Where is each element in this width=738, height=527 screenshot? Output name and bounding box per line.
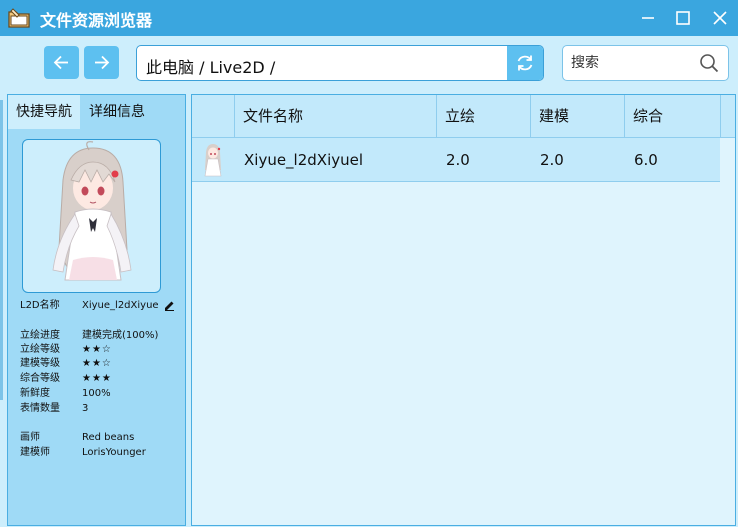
close-button[interactable]: [702, 0, 738, 36]
model-score-cell: 2.0: [540, 151, 564, 169]
table-row[interactable]: Xiyue_l2dXiyuel 2.0 2.0 6.0: [192, 138, 720, 182]
address-path: 此电脑 / Live2D /: [146, 58, 276, 77]
edit-icon[interactable]: [164, 300, 175, 311]
art-level-stars: ★★☆: [82, 344, 112, 355]
arrow-right-icon: [95, 55, 110, 70]
overall-level-stars: ★★★: [82, 373, 112, 384]
file-list: 文件名称 立绘 建模 综合 Xiyue_l2dXiyuel 2.0 2.0 6.…: [191, 94, 736, 526]
minimize-button[interactable]: [630, 0, 666, 36]
modeler-value: LorisYounger: [82, 447, 146, 458]
overall-level-label: 综合等级: [20, 373, 60, 384]
title-bar[interactable]: 文件资源浏览器: [0, 0, 738, 36]
detail-panel: 快捷导航 详细信息 L2D名称 Xiyue_l2dXiyue 立绘进度 建模完成…: [7, 94, 186, 526]
artist-label: 画师: [20, 432, 40, 443]
forward-button[interactable]: [84, 46, 119, 79]
art-level-label: 立绘等级: [20, 344, 60, 355]
artist-value: Red beans: [82, 432, 135, 443]
tab-quick-nav[interactable]: 快捷导航: [8, 95, 80, 129]
arrow-left-icon: [53, 55, 68, 70]
column-header-name[interactable]: 文件名称: [234, 95, 436, 138]
modeler-label: 建模师: [20, 447, 50, 458]
column-header-art[interactable]: 立绘: [436, 95, 530, 138]
character-portrait-image: [52, 141, 132, 281]
overall-score-cell: 6.0: [634, 151, 658, 169]
file-name-cell: Xiyue_l2dXiyuel: [244, 151, 364, 169]
close-icon: [713, 11, 727, 25]
art-progress-label: 立绘进度: [20, 330, 60, 341]
art-progress-value: 建模完成(100%): [82, 330, 159, 341]
model-level-stars: ★★☆: [82, 358, 112, 369]
window-edge: [0, 100, 3, 400]
maximize-button[interactable]: [665, 0, 701, 36]
table-header: 文件名称 立绘 建模 综合: [192, 95, 735, 138]
search-box[interactable]: [562, 45, 729, 81]
column-header-spacer: [720, 95, 735, 138]
expression-count-label: 表情数量: [20, 403, 60, 414]
model-preview: [22, 139, 161, 293]
column-header-overall[interactable]: 综合: [624, 95, 720, 138]
freshness-value: 100%: [82, 388, 111, 399]
search-icon[interactable]: [699, 53, 719, 73]
window-title: 文件资源浏览器: [40, 11, 153, 30]
search-input[interactable]: [571, 52, 696, 74]
minimize-icon: [642, 17, 654, 19]
maximize-icon: [676, 11, 690, 25]
tab-details[interactable]: 详细信息: [82, 95, 152, 129]
model-thumbnail-image: [204, 144, 222, 177]
refresh-icon: [517, 55, 533, 71]
model-level-label: 建模等级: [20, 358, 60, 369]
panel-tabs: 快捷导航 详细信息: [8, 95, 185, 129]
model-name-value: Xiyue_l2dXiyue: [82, 300, 159, 311]
model-name-label: L2D名称: [20, 300, 60, 311]
column-header-model[interactable]: 建模: [530, 95, 624, 138]
back-button[interactable]: [44, 46, 79, 79]
folder-app-icon: [8, 8, 30, 28]
refresh-button[interactable]: [507, 46, 543, 80]
freshness-label: 新鲜度: [20, 388, 50, 399]
expression-count-value: 3: [82, 403, 89, 414]
art-score-cell: 2.0: [446, 151, 470, 169]
address-bar[interactable]: 此电脑 / Live2D /: [136, 45, 544, 81]
